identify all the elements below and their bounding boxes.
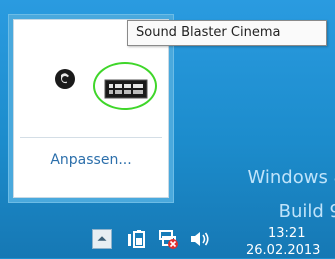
panel-divider (20, 137, 162, 138)
tooltip: Sound Blaster Cinema (127, 20, 327, 46)
clock-time: 13:21 (268, 226, 306, 241)
volume-icon[interactable] (188, 228, 210, 250)
network-icon[interactable] (157, 228, 179, 250)
show-hidden-icons-button[interactable] (92, 229, 112, 249)
os-watermark-line2: Build 9 (278, 201, 335, 222)
taskbar: 13:21 26.02.2013 (0, 224, 335, 258)
clock-date: 26.02.2013 (246, 243, 321, 258)
os-watermark-line1: Windows 8 (247, 167, 335, 188)
sound-blaster-icon[interactable] (53, 67, 77, 91)
highlight-circle-annotation (93, 62, 157, 110)
battery-icon[interactable] (125, 228, 147, 250)
taskbar-clock[interactable]: 13:21 26.02.2013 (246, 225, 335, 259)
customize-link[interactable]: Anpassen... (14, 152, 168, 168)
chevron-up-icon (97, 236, 107, 241)
